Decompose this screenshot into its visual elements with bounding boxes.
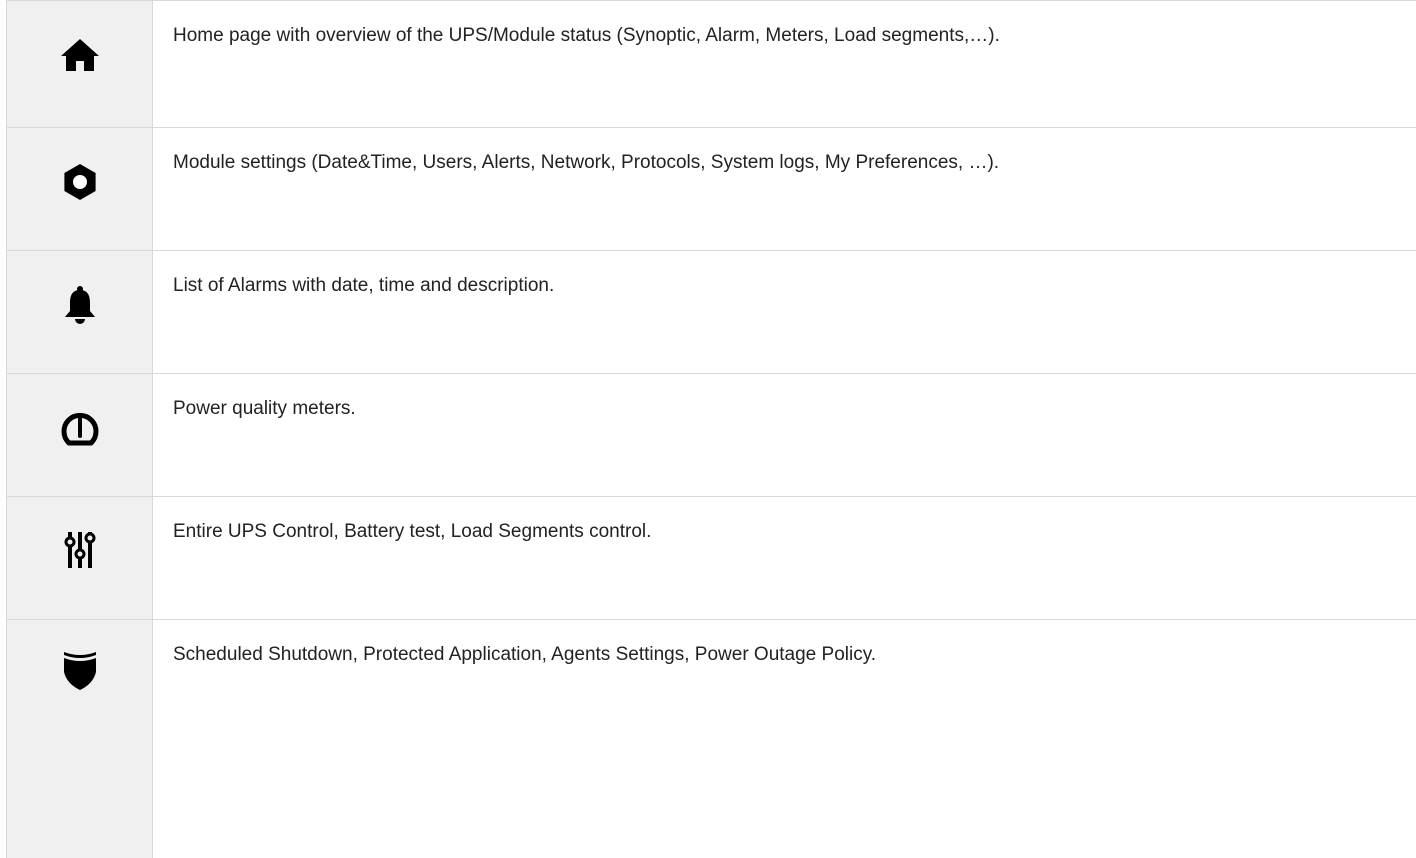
gauge-icon[interactable] [60, 408, 100, 448]
sliders-icon[interactable] [63, 530, 97, 570]
table-row: List of Alarms with date, time and descr… [7, 251, 1416, 374]
table-row: Entire UPS Control, Battery test, Load S… [7, 497, 1416, 620]
shield-icon[interactable] [63, 650, 97, 690]
icon-cell [7, 497, 153, 619]
feature-table: Home page with overview of the UPS/Modul… [6, 0, 1416, 858]
row-description: Entire UPS Control, Battery test, Load S… [153, 497, 1416, 619]
table-row: Module settings (Date&Time, Users, Alert… [7, 128, 1416, 251]
table-row: Scheduled Shutdown, Protected Applicatio… [7, 620, 1416, 858]
table-row: Power quality meters. [7, 374, 1416, 497]
gear-icon[interactable] [61, 163, 99, 201]
row-description: List of Alarms with date, time and descr… [153, 251, 1416, 373]
icon-cell [7, 620, 153, 858]
row-description: Scheduled Shutdown, Protected Applicatio… [153, 620, 1416, 858]
home-icon[interactable] [60, 37, 100, 73]
row-description: Power quality meters. [153, 374, 1416, 496]
icon-cell [7, 374, 153, 496]
icon-cell [7, 128, 153, 250]
row-description: Module settings (Date&Time, Users, Alert… [153, 128, 1416, 250]
table-row: Home page with overview of the UPS/Modul… [7, 1, 1416, 128]
bell-icon[interactable] [63, 285, 97, 325]
icon-cell [7, 1, 153, 127]
icon-cell [7, 251, 153, 373]
row-description: Home page with overview of the UPS/Modul… [153, 1, 1416, 127]
